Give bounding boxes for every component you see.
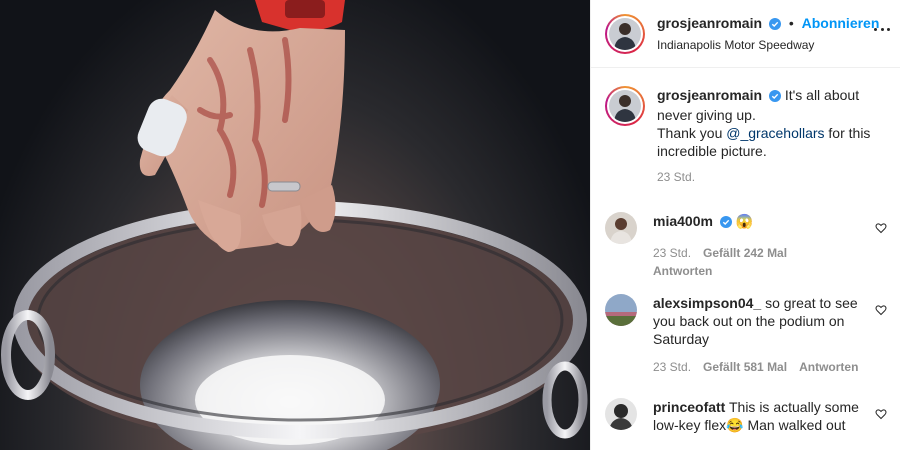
comment-avatar[interactable] [605, 294, 637, 326]
separator-dot: • [788, 14, 794, 31]
comment: princeofatt This is actually some low-ke… [605, 398, 895, 434]
post-header: grosjeanromain • Abonnieren Indianapolis… [591, 0, 900, 68]
trophy-hand-photo [1, 0, 588, 450]
comment-text: 😱 [735, 213, 754, 229]
verified-badge-icon [768, 88, 781, 106]
post-sidebar: grosjeanromain • Abonnieren Indianapolis… [590, 0, 900, 450]
verified-badge-icon [768, 16, 781, 34]
caption-timestamp[interactable]: 23 Std. [657, 168, 893, 186]
caption-username[interactable]: grosjeanromain [657, 87, 762, 103]
verified-badge-icon [719, 214, 732, 232]
comment-time[interactable]: 23 Std. [653, 244, 691, 262]
post-image[interactable] [0, 0, 590, 450]
scroll-fade [591, 434, 900, 450]
comment: alexsimpson04_ so great to see you back … [605, 294, 895, 376]
caption-avatar[interactable] [605, 86, 645, 126]
avatar-icon [605, 212, 637, 244]
caption-mention-link[interactable]: @_gracehollars [726, 125, 824, 141]
avatar-icon [605, 294, 637, 326]
comment-avatar[interactable] [605, 212, 637, 244]
author-username[interactable]: grosjeanromain [657, 15, 762, 31]
heart-icon[interactable] [875, 408, 887, 420]
avatar-icon [609, 90, 641, 122]
more-options-icon[interactable] [874, 28, 890, 32]
comment-likes[interactable]: Gefällt 581 Mal [703, 358, 787, 376]
avatar-icon [605, 398, 637, 430]
comment-username[interactable]: princeofatt [653, 399, 725, 415]
reply-button[interactable]: Antworten [653, 262, 712, 280]
comment-avatar[interactable] [605, 398, 637, 430]
post-caption: grosjeanromain It's all about never givi… [605, 86, 895, 186]
comment-username[interactable]: mia400m [653, 213, 713, 229]
reply-button[interactable]: Antworten [799, 358, 858, 376]
comment-username[interactable]: alexsimpson04_ [653, 295, 761, 311]
comment-time[interactable]: 23 Std. [653, 358, 691, 376]
comment-likes[interactable]: Gefällt 242 Mal [703, 244, 787, 262]
heart-icon[interactable] [875, 304, 887, 316]
caption-thanks: Thank you [657, 125, 723, 141]
follow-button[interactable]: Abonnieren [802, 15, 880, 31]
comment: mia400m 😱 23 Std. Gefällt 242 Mal Antwor… [605, 212, 895, 280]
instagram-post: grosjeanromain • Abonnieren Indianapolis… [0, 0, 900, 450]
author-avatar[interactable] [605, 13, 645, 54]
avatar-icon [609, 17, 641, 50]
heart-icon[interactable] [875, 222, 887, 234]
location-link[interactable]: Indianapolis Motor Speedway [657, 36, 879, 54]
